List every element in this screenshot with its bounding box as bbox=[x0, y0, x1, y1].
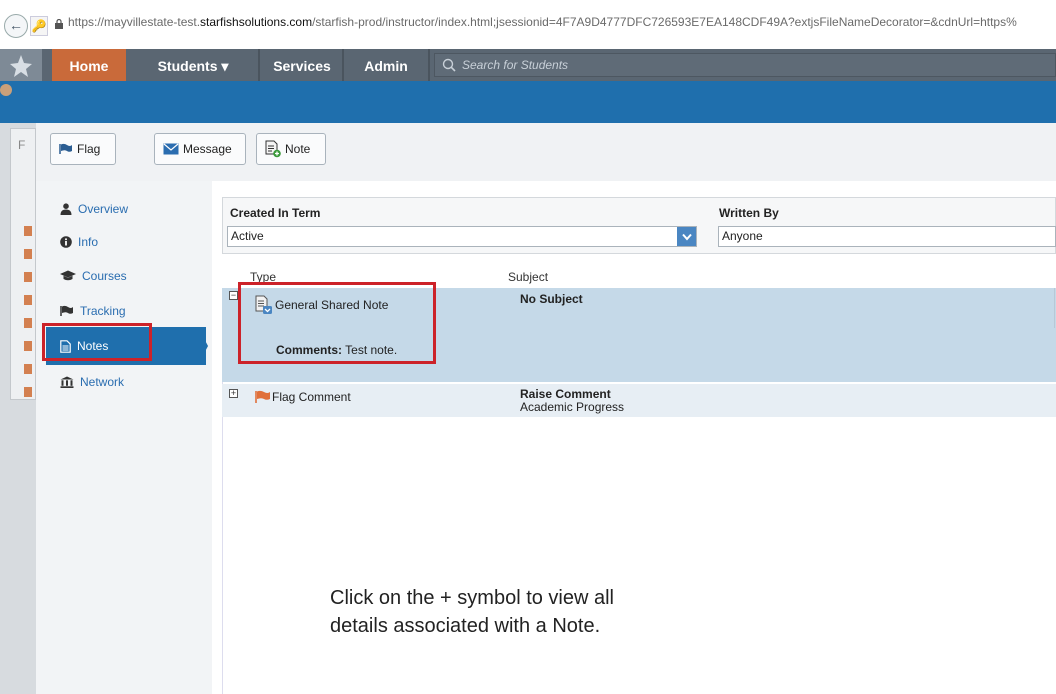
written-by-label: Written By bbox=[719, 206, 779, 220]
nav-divider bbox=[342, 49, 344, 81]
nav-divider bbox=[428, 49, 430, 81]
info-icon[interactable] bbox=[0, 84, 12, 96]
sidebar-item-label: Overview bbox=[78, 202, 129, 216]
message-button-label: Message bbox=[183, 142, 232, 156]
search-icon bbox=[442, 58, 456, 72]
background-label: F bbox=[18, 138, 26, 152]
sidebar-item-label: Courses bbox=[82, 269, 127, 283]
search-placeholder: Search for Students bbox=[462, 58, 569, 72]
flag-icon bbox=[24, 318, 32, 328]
flag-icon bbox=[24, 249, 32, 259]
sidebar-item-tracking[interactable]: Tracking bbox=[60, 300, 126, 322]
background-list bbox=[10, 128, 36, 400]
flag-icon bbox=[24, 341, 32, 351]
tab-students[interactable]: Students ▾ bbox=[130, 49, 256, 81]
sidebar-item-overview[interactable]: Overview bbox=[60, 198, 128, 220]
instruction-caption: Click on the + symbol to view all detail… bbox=[330, 584, 770, 640]
written-by-select[interactable]: Anyone bbox=[718, 226, 1056, 247]
highlight-box-note bbox=[238, 282, 436, 364]
person-icon bbox=[60, 203, 72, 215]
column-header-subject[interactable]: Subject bbox=[508, 270, 548, 284]
add-note-icon bbox=[265, 140, 281, 158]
flag-icon bbox=[24, 226, 32, 236]
selection-pointer bbox=[198, 327, 208, 365]
flag-icon bbox=[60, 305, 73, 316]
back-arrow-icon[interactable]: ← bbox=[4, 14, 28, 38]
flag-icon bbox=[24, 387, 32, 397]
envelope-icon bbox=[163, 143, 179, 155]
add-note-button[interactable]: Note bbox=[256, 133, 326, 165]
url-text[interactable]: https://mayvillestate-test.starfishsolut… bbox=[68, 15, 1017, 29]
note-subject: No Subject bbox=[520, 292, 583, 306]
collapse-row-icon[interactable]: − bbox=[229, 291, 238, 300]
note-subject-detail: Academic Progress bbox=[520, 400, 625, 414]
building-icon bbox=[60, 376, 74, 388]
info-icon bbox=[60, 236, 72, 248]
note-type: Flag Comment bbox=[272, 390, 351, 404]
sidebar-item-info[interactable]: Info bbox=[60, 231, 98, 253]
column-divider bbox=[1054, 288, 1055, 328]
page-banner bbox=[0, 81, 1056, 123]
sidebar-item-label: Network bbox=[80, 375, 125, 389]
highlight-box-notes bbox=[42, 323, 152, 361]
sidebar-item-courses[interactable]: Courses bbox=[60, 265, 127, 287]
starfish-logo[interactable] bbox=[0, 49, 42, 81]
side-navigation bbox=[36, 181, 212, 694]
tab-admin[interactable]: Admin bbox=[346, 49, 426, 81]
flag-icon bbox=[24, 272, 32, 282]
created-in-term-select[interactable]: Active bbox=[227, 226, 697, 247]
graduation-cap-icon bbox=[60, 270, 76, 281]
created-in-term-label: Created In Term bbox=[230, 206, 321, 220]
tab-home[interactable]: Home bbox=[52, 49, 126, 81]
expand-row-icon[interactable]: + bbox=[229, 389, 238, 398]
flag-icon bbox=[255, 390, 270, 403]
tab-services[interactable]: Services bbox=[262, 49, 342, 81]
forward-arrow-icon[interactable]: 🔑 bbox=[30, 16, 48, 36]
sidebar-item-label: Tracking bbox=[80, 304, 126, 318]
flag-button[interactable]: Flag bbox=[50, 133, 116, 165]
starfish-icon bbox=[10, 55, 32, 77]
flag-button-label: Flag bbox=[77, 142, 101, 156]
nav-divider bbox=[258, 49, 260, 81]
sidebar-item-label: Info bbox=[78, 235, 99, 249]
note-button-label: Note bbox=[285, 142, 311, 156]
instruction-line: details associated with a Note. bbox=[330, 615, 601, 637]
message-button[interactable]: Message bbox=[154, 133, 246, 165]
flag-icon bbox=[24, 295, 32, 305]
flag-icon bbox=[24, 364, 32, 374]
note-subject: Raise Comment bbox=[520, 387, 611, 401]
flag-icon bbox=[59, 143, 72, 154]
lock-icon bbox=[55, 19, 63, 29]
chevron-down-icon[interactable] bbox=[677, 227, 696, 246]
sidebar-item-network[interactable]: Network bbox=[60, 371, 124, 393]
instruction-line: Click on the + symbol to view all bbox=[330, 587, 615, 609]
